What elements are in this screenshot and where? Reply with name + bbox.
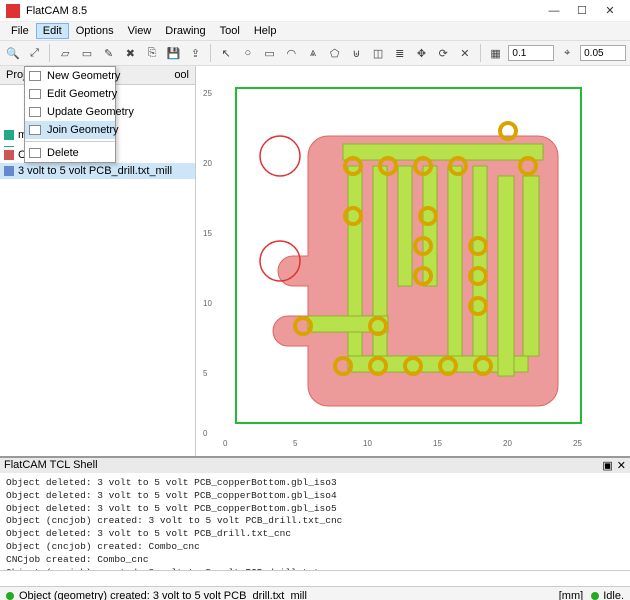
shell-close-icon[interactable]: ✕ xyxy=(617,459,626,472)
zoom-icon[interactable]: 🔍 xyxy=(4,44,22,62)
idle-dot-icon xyxy=(591,592,599,600)
doc-icon xyxy=(29,89,41,99)
menu-tool[interactable]: Tool xyxy=(213,23,247,39)
doc-icon xyxy=(29,107,41,117)
clear-icon[interactable]: ✕ xyxy=(456,44,474,62)
layer-icon[interactable]: ≣ xyxy=(391,44,409,62)
plot-canvas[interactable]: 0 5 10 15 20 25 25 20 15 10 5 0 xyxy=(196,66,630,456)
app-icon xyxy=(6,4,20,18)
status-units: [mm] xyxy=(559,590,583,600)
menu-delete[interactable]: Delete xyxy=(25,144,115,162)
tool-tab-fragment: ool xyxy=(174,69,189,81)
grid-icon[interactable]: ▦ xyxy=(487,44,505,62)
status-message: Object (geometry) created: 3 volt to 5 v… xyxy=(19,590,307,600)
label: Delete xyxy=(47,147,79,159)
edit-menu-dropdown: New Geometry Edit Geometry Update Geomet… xyxy=(24,66,116,163)
path-icon[interactable]: ⩓ xyxy=(304,44,322,62)
separator xyxy=(49,44,50,62)
menu-edit[interactable]: Edit xyxy=(36,23,69,39)
shell-output[interactable]: Object deleted: 3 volt to 5 volt PCB_cop… xyxy=(0,473,630,570)
maximize-button[interactable]: ☐ xyxy=(568,2,596,20)
tree-item-drill-mill[interactable]: 3 volt to 5 volt PCB_drill.txt_mill xyxy=(0,163,195,179)
menu-file[interactable]: File xyxy=(4,23,36,39)
menu-view[interactable]: View xyxy=(121,23,159,39)
workspace: Project ool New Geometry Edit Geometry U… xyxy=(0,66,630,456)
separator xyxy=(480,44,481,62)
label: Update Geometry xyxy=(47,106,134,118)
snap-value-input[interactable] xyxy=(580,45,626,61)
tcl-shell: FlatCAM TCL Shell ▣ ✕ Object deleted: 3 … xyxy=(0,456,630,586)
y-tick: 10 xyxy=(203,299,212,308)
export-icon[interactable]: ⇪ xyxy=(187,44,205,62)
status-state: Idle. xyxy=(603,590,624,600)
save-icon[interactable]: 💾 xyxy=(165,44,183,62)
menu-bar: File Edit Options View Drawing Tool Help xyxy=(0,22,630,40)
new-icon[interactable]: ▱ xyxy=(56,44,74,62)
doc-icon xyxy=(29,125,41,135)
doc-icon xyxy=(29,148,41,158)
shell-header: FlatCAM TCL Shell ▣ ✕ xyxy=(0,458,630,473)
open-icon[interactable]: ▭ xyxy=(78,44,96,62)
menu-join-geometry[interactable]: Join Geometry xyxy=(25,121,115,139)
toolbar: 🔍 ⤢ ▱ ▭ ✎ ✖ ⎘ 💾 ⇪ ↖ ○ ▭ ◠ ⩓ ⬠ ⊎ ◫ ≣ ✥ ⟳ … xyxy=(0,40,630,66)
menu-help[interactable]: Help xyxy=(247,23,284,39)
drill-hole xyxy=(260,136,300,176)
delete-icon[interactable]: ✖ xyxy=(122,44,140,62)
close-button[interactable]: ✕ xyxy=(596,2,624,20)
shell-title: FlatCAM TCL Shell xyxy=(4,459,98,472)
menu-drawing[interactable]: Drawing xyxy=(158,23,212,39)
shell-undock-icon[interactable]: ▣ xyxy=(602,459,612,472)
geometry-icon xyxy=(4,130,14,140)
circle-icon[interactable]: ○ xyxy=(239,44,257,62)
y-tick: 20 xyxy=(203,159,212,168)
combo-icon xyxy=(4,150,14,160)
poly-icon[interactable]: ⬠ xyxy=(326,44,344,62)
y-tick: 25 xyxy=(203,89,212,98)
shell-input[interactable] xyxy=(0,570,630,586)
y-tick: 0 xyxy=(203,429,208,438)
zoom-fit-icon[interactable]: ⤢ xyxy=(26,44,44,62)
y-tick: 5 xyxy=(203,369,208,378)
select-icon[interactable]: ↖ xyxy=(217,44,235,62)
status-dot-icon xyxy=(6,592,14,600)
window-buttons: — ☐ ✕ xyxy=(540,2,624,20)
status-bar: Object (geometry) created: 3 volt to 5 v… xyxy=(0,586,630,600)
label: 3 volt to 5 volt PCB_drill.txt_mill xyxy=(18,165,172,177)
pcb-plot: 0 5 10 15 20 25 25 20 15 10 5 0 xyxy=(196,66,630,456)
union-icon[interactable]: ⊎ xyxy=(348,44,366,62)
x-tick: 10 xyxy=(363,439,372,448)
menu-options[interactable]: Options xyxy=(69,23,121,39)
menu-edit-geometry[interactable]: Edit Geometry xyxy=(25,85,115,103)
window-title: FlatCAM 8.5 xyxy=(26,5,540,17)
x-tick: 0 xyxy=(223,439,228,448)
label: New Geometry xyxy=(47,70,120,82)
menu-new-geometry[interactable]: New Geometry xyxy=(25,67,115,85)
menu-separator xyxy=(25,141,115,142)
x-tick: 20 xyxy=(503,439,512,448)
label: Edit Geometry xyxy=(47,88,117,100)
label: Join Geometry xyxy=(47,124,119,136)
x-tick: 15 xyxy=(433,439,442,448)
cut-icon[interactable]: ◫ xyxy=(369,44,387,62)
menu-update-geometry[interactable]: Update Geometry xyxy=(25,103,115,121)
edit-icon[interactable]: ✎ xyxy=(100,44,118,62)
minimize-button[interactable]: — xyxy=(540,2,568,20)
x-tick: 5 xyxy=(293,439,298,448)
project-sidebar: Project ool New Geometry Edit Geometry U… xyxy=(0,66,196,456)
mill-icon xyxy=(4,166,14,176)
snap-icon[interactable]: ⌖ xyxy=(558,44,576,62)
rect-icon[interactable]: ▭ xyxy=(261,44,279,62)
title-bar: FlatCAM 8.5 — ☐ ✕ xyxy=(0,0,630,22)
separator xyxy=(210,44,211,62)
copy-icon[interactable]: ⎘ xyxy=(143,44,161,62)
grid-value-input[interactable] xyxy=(508,45,554,61)
arc-icon[interactable]: ◠ xyxy=(282,44,300,62)
y-tick: 15 xyxy=(203,229,212,238)
move-icon[interactable]: ✥ xyxy=(413,44,431,62)
x-tick: 25 xyxy=(573,439,582,448)
rotate-icon[interactable]: ⟳ xyxy=(434,44,452,62)
doc-icon xyxy=(29,71,41,81)
